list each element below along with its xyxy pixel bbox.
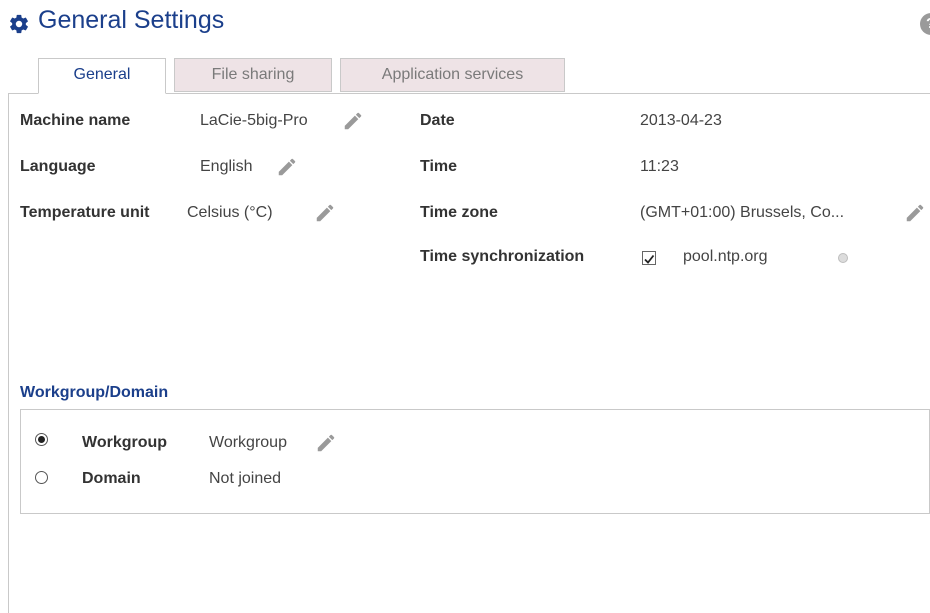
radio-selected-dot <box>38 436 45 443</box>
tab-general[interactable]: General <box>38 58 166 94</box>
date-label: Date <box>420 112 455 129</box>
pencil-icon[interactable] <box>342 110 364 132</box>
workgroup-domain-title: Workgroup/Domain <box>20 384 169 401</box>
time-sync-label: Time synchronization <box>420 248 585 265</box>
status-indicator-icon <box>838 253 848 263</box>
pencil-icon[interactable] <box>315 432 337 454</box>
workgroup-radio[interactable] <box>35 433 48 446</box>
tab-bar: General File sharing Application service… <box>0 58 930 94</box>
domain-option-label: Domain <box>82 470 141 487</box>
language-label: Language <box>20 158 96 175</box>
tab-label: Application services <box>381 66 524 83</box>
temperature-unit-label: Temperature unit <box>20 204 150 221</box>
time-value: 11:23 <box>640 158 679 175</box>
page-title: General Settings <box>38 6 225 34</box>
date-value: 2013-04-23 <box>640 112 722 129</box>
machine-name-label: Machine name <box>20 112 131 129</box>
tab-label: General <box>73 66 131 83</box>
gear-icon <box>10 14 28 34</box>
help-icon[interactable]: ? <box>920 13 930 35</box>
time-zone-value: (GMT+01:00) Brussels, Co... <box>640 204 845 221</box>
pencil-icon[interactable] <box>276 156 298 178</box>
tab-application-services[interactable]: Application services <box>340 58 565 92</box>
domain-value: Not joined <box>209 470 282 487</box>
ntp-server-value: pool.ntp.org <box>683 248 768 265</box>
time-zone-label: Time zone <box>420 204 498 221</box>
page-header: General Settings ? <box>8 4 930 40</box>
language-value: English <box>200 158 253 175</box>
machine-name-value: LaCie-5big-Pro <box>200 112 308 129</box>
pencil-icon[interactable] <box>904 202 926 224</box>
temperature-unit-value: Celsius (°C) <box>187 204 273 221</box>
domain-radio[interactable] <box>35 471 48 484</box>
workgroup-domain-box <box>20 409 930 514</box>
checkmark-icon <box>644 254 655 264</box>
time-label: Time <box>420 158 458 175</box>
workgroup-option-label: Workgroup <box>82 434 168 451</box>
time-sync-checkbox[interactable] <box>642 251 656 265</box>
workgroup-value: Workgroup <box>209 434 287 451</box>
tab-label: File sharing <box>211 66 295 83</box>
settings-panel <box>8 93 930 613</box>
pencil-icon[interactable] <box>314 202 336 224</box>
tab-file-sharing[interactable]: File sharing <box>174 58 332 92</box>
